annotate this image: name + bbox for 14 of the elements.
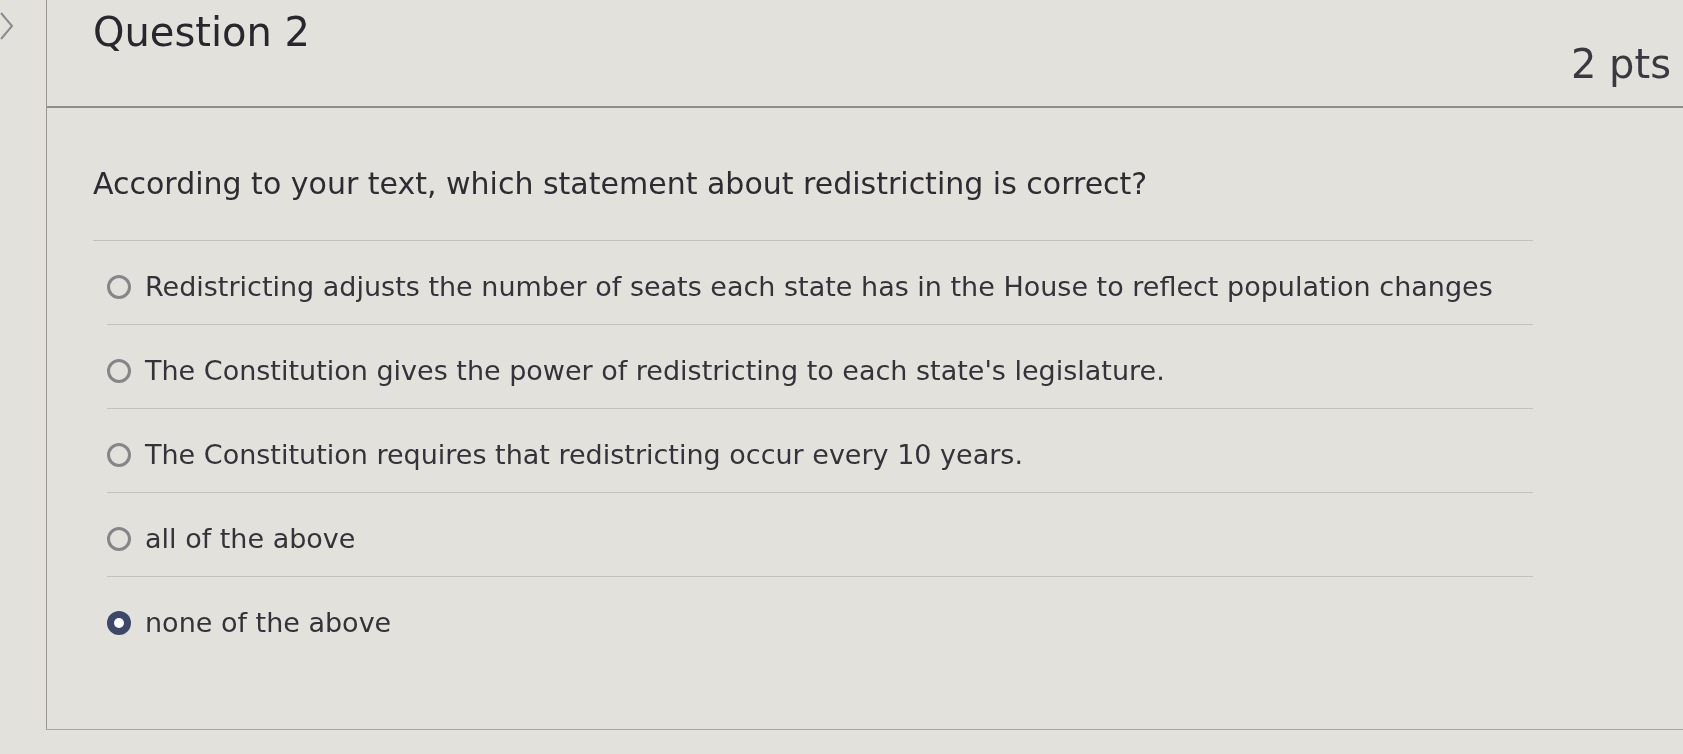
radio-button[interactable] (107, 526, 131, 551)
answer-label[interactable]: The Constitution gives the power of redistricting to each state's legislature. (145, 352, 1165, 389)
answer-label[interactable]: Redistricting adjusts the number of seats each state has in the House to reflect population changes (145, 268, 1493, 305)
answer-label[interactable]: none of the above (145, 605, 392, 641)
answer-label[interactable]: The Constitution requires that redistricting occur every 10 years. (145, 436, 1023, 473)
chevron-right-icon[interactable] (0, 12, 14, 40)
question-text: According to your text, which statement about redistricting is correct? (93, 164, 1533, 241)
question-points: 2 pts (1570, 40, 1671, 88)
question-title: Question 2 (93, 8, 311, 56)
radio-button[interactable] (107, 274, 131, 299)
radio-button[interactable] (107, 611, 131, 635)
answer-label[interactable]: all of the above (145, 520, 356, 557)
radio-button[interactable] (107, 358, 131, 383)
radio-button[interactable] (107, 442, 131, 467)
